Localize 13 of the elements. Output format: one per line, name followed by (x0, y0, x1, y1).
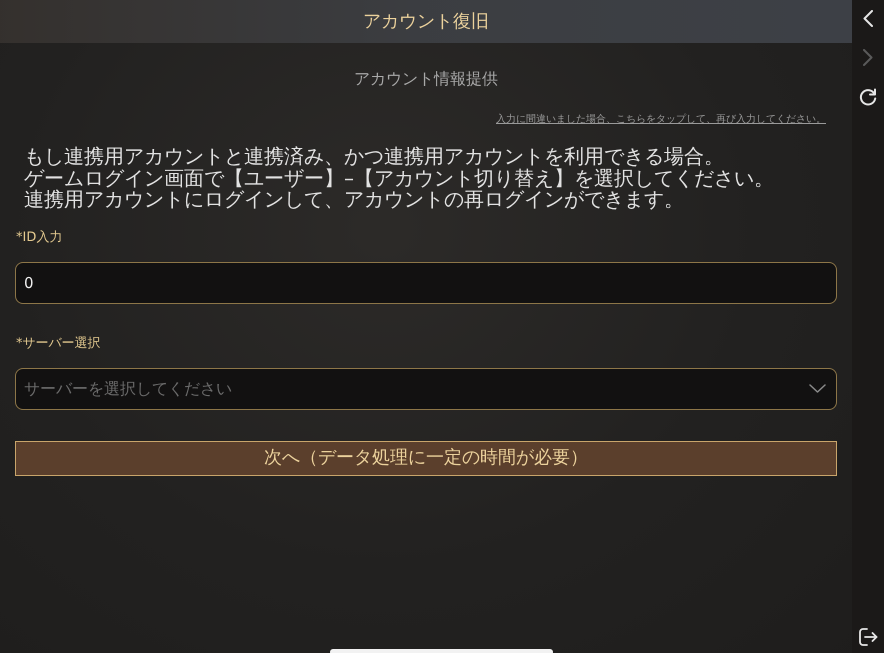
reload-icon[interactable] (859, 88, 877, 106)
logout-icon[interactable] (858, 628, 878, 646)
next-button[interactable]: 次へ（データ処理に一定の時間が必要） (15, 440, 837, 476)
server-select[interactable]: サーバーを選択してください (15, 368, 837, 410)
chevron-down-icon (809, 384, 826, 393)
header-title: アカウント復旧 (363, 10, 489, 32)
page-subtitle: アカウント情報提供 (354, 69, 498, 89)
retry-link[interactable]: 入力に間違いました場合、こちらをタップして、再び入力してください。 (496, 114, 826, 126)
id-input-field[interactable]: 0 (15, 262, 837, 304)
field-label: *ID入力 (16, 230, 62, 246)
notice-text: もし連携用アカウントと連携済み、かつ連携用アカウントを利用できる場合。 ゲームログイン画面で【ユーザー】–【アカウント切り替え】を選択してください。 連携用アカウントにログインして、アカウントの再ログインができます。 (24, 146, 775, 210)
field-label: *サーバー選択 (16, 336, 100, 352)
back-chevron-icon[interactable] (863, 10, 873, 27)
